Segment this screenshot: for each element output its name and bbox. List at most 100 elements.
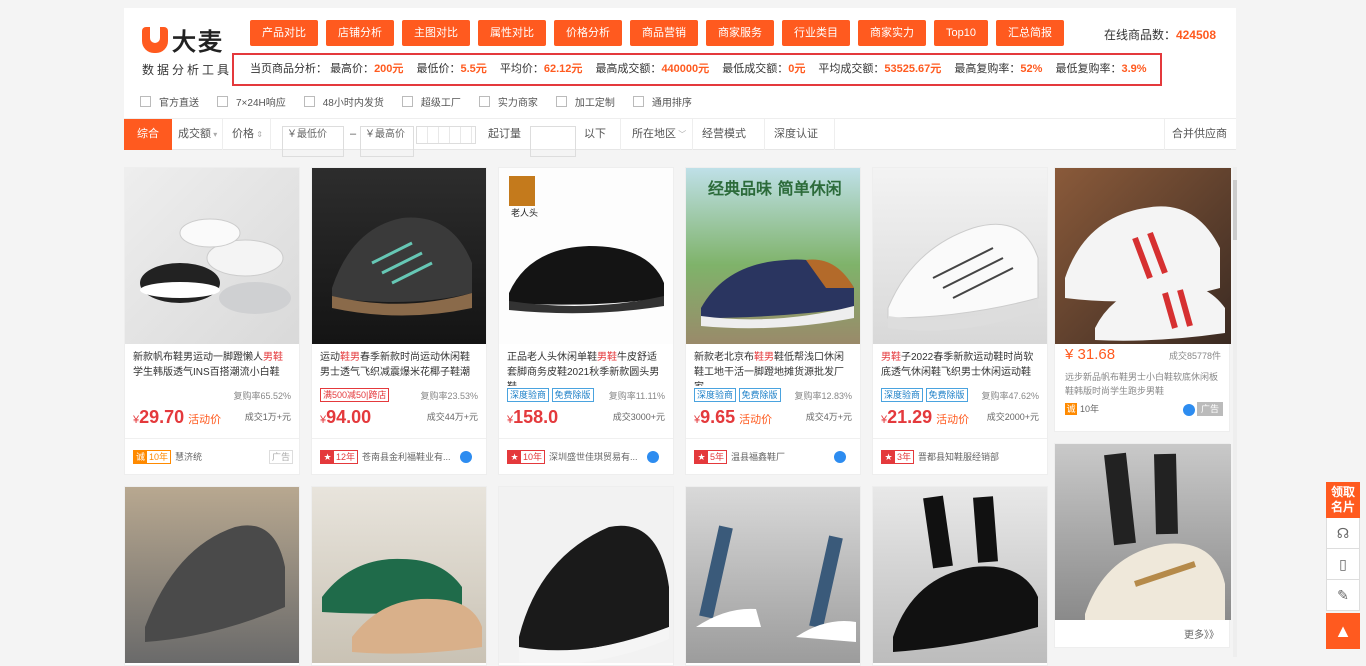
moq-label: 起订量	[488, 128, 521, 140]
chat-icon[interactable]	[647, 451, 659, 463]
price: ¥158.0	[507, 407, 559, 427]
shop-name[interactable]: 晋都县知鞋服经销部	[918, 452, 999, 462]
product-card[interactable]: 新款帆布鞋男运动一脚蹬懒人男鞋学生韩版透气INS百搭潮流小白鞋 复购率65.52…	[124, 167, 300, 475]
chat-icon[interactable]	[834, 451, 846, 463]
product-image[interactable]: 经典品味 简单休闲	[686, 168, 860, 344]
merge-suppliers-button[interactable]: 合并供应商	[1172, 119, 1227, 150]
checkbox[interactable]	[478, 96, 490, 107]
product-card[interactable]: 运动鞋男春季新款时尚运动休闲鞋男士透气飞织减震爆米花椰子鞋潮 满500减50|跨…	[311, 167, 487, 475]
shop-name[interactable]: 苍南县金利福鞋业有...	[362, 452, 451, 462]
product-title[interactable]: 远步新品帆布鞋男士小白鞋软底休闲板鞋韩版时尚学生跑步男鞋	[1055, 366, 1229, 400]
filter-48h-ship[interactable]: 48小时内发货	[303, 94, 384, 109]
checkbox[interactable]	[632, 96, 644, 107]
filter-super-factory[interactable]: 超级工厂	[401, 94, 461, 109]
product-image[interactable]	[873, 168, 1047, 344]
filter-general-sort[interactable]: 通用排序	[632, 94, 692, 109]
promo-tag: 满500减50|跨店	[320, 388, 390, 402]
scrollbar-track[interactable]	[1233, 167, 1237, 657]
shop-name[interactable]: 深圳盛世佳琪贸易有...	[549, 452, 638, 462]
price-value: 29.70	[139, 407, 185, 427]
checkbox[interactable]	[303, 96, 315, 107]
sort-price[interactable]: 价格 ⇕	[232, 119, 263, 150]
price-distribution-bars[interactable]	[416, 126, 476, 144]
product-card[interactable]	[124, 486, 300, 666]
max-price-input[interactable]: ￥最高价	[360, 126, 414, 157]
nav-merchant-strength[interactable]: 商家实力	[858, 20, 926, 46]
filter-24h[interactable]: 7×24H响应	[217, 94, 286, 109]
logo[interactable]: 大麦 数据分析工具	[142, 22, 232, 78]
nav-price-analysis[interactable]: 价格分析	[554, 20, 622, 46]
chat-icon[interactable]	[460, 451, 472, 463]
product-image[interactable]	[1055, 168, 1231, 344]
feedback-icon[interactable]: ✎	[1326, 580, 1360, 611]
product-title[interactable]: 运动鞋男春季新款时尚运动休闲鞋男士透气飞织减震爆米花椰子鞋潮	[312, 344, 486, 386]
price: ¥ 31.68	[1065, 346, 1116, 363]
shoe-image	[332, 217, 472, 316]
price: ¥9.65	[694, 407, 736, 427]
product-title[interactable]: 男鞋子2022春季新款运动鞋时尚软底透气休闲鞋飞织男士休闲运动鞋	[873, 344, 1047, 386]
min-price-input[interactable]: ￥最低价	[282, 126, 344, 157]
scrollbar-thumb[interactable]	[1233, 180, 1237, 240]
sales-count: 成交85778件	[1168, 351, 1221, 361]
nav-attribute-compare[interactable]: 属性对比	[478, 20, 546, 46]
region-dropdown[interactable]: 所在地区 ﹀	[632, 119, 686, 150]
shop-name[interactable]: 慧济统	[175, 452, 202, 462]
nav-merchant-service[interactable]: 商家服务	[706, 20, 774, 46]
checkbox[interactable]	[217, 96, 228, 107]
sort-default[interactable]: 综合	[124, 119, 172, 150]
product-title[interactable]: 新款帆布鞋男运动一脚蹬懒人男鞋学生韩版透气INS百搭潮流小白鞋	[125, 344, 299, 386]
nav-shop-analysis[interactable]: 店铺分析	[326, 20, 394, 46]
nav-main-image-compare[interactable]: 主图对比	[402, 20, 470, 46]
product-image[interactable]	[312, 487, 486, 663]
product-card[interactable]	[872, 486, 1048, 666]
product-image[interactable]	[686, 487, 860, 663]
product-card[interactable]: 经典品味 简单休闲 新款老北京布鞋男鞋低帮浅口休闲鞋工地干活一脚蹬地摊货源批发厂…	[685, 167, 861, 475]
sort-sales[interactable]: 成交额 ▾	[178, 119, 217, 150]
product-image[interactable]	[873, 487, 1047, 663]
title-keyword: 男鞋	[597, 352, 617, 363]
recommend-card[interactable]: ¥ 31.68 成交85778件 远步新品帆布鞋男士小白鞋软底休闲板鞋韩版时尚学生…	[1054, 167, 1231, 432]
nav-industry-category[interactable]: 行业类目	[782, 20, 850, 46]
nav-product-compare[interactable]: 产品对比	[250, 20, 318, 46]
promo-label: 活动价	[739, 414, 773, 426]
nav-product-marketing[interactable]: 商品营销	[630, 20, 698, 46]
shop-name[interactable]: 温县福鑫鞋厂	[731, 452, 785, 462]
checkbox[interactable]	[140, 96, 151, 107]
service-tag: 深度验商	[694, 388, 737, 402]
get-card-button[interactable]: 领取名片	[1326, 482, 1360, 518]
stat-value: 5.5元	[460, 63, 487, 75]
product-card[interactable]	[685, 486, 861, 666]
nav-summary-report[interactable]: 汇总简报	[995, 20, 1064, 46]
nav-top10[interactable]: Top10	[934, 20, 988, 46]
price-row: ¥158.0 成交3000+元	[499, 404, 673, 430]
phone-icon[interactable]: ▯	[1326, 549, 1360, 580]
recommend-column: ¥ 31.68 成交85778件 远步新品帆布鞋男士小白鞋软底休闲板鞋韩版时尚学生…	[1054, 167, 1231, 648]
moq-input[interactable]	[530, 126, 576, 157]
product-image[interactable]	[1055, 444, 1231, 620]
product-card[interactable]: 男鞋子2022春季新款运动鞋时尚软底透气休闲鞋飞织男士休闲运动鞋 深度验商 免费…	[872, 167, 1048, 475]
recommend-card[interactable]: 更多》》	[1054, 443, 1231, 648]
shoe-image	[145, 525, 285, 642]
filter-strong-merchant[interactable]: 实力商家	[478, 94, 538, 109]
back-to-top-button[interactable]: ▲	[1326, 613, 1360, 649]
product-card[interactable]: 老人头 正品老人头休闲单鞋男鞋牛皮舒适套脚商务皮鞋2021秋季新款圆头男鞋 深度…	[498, 167, 674, 475]
chat-icon[interactable]	[1183, 404, 1195, 416]
business-mode-dropdown[interactable]: 经营模式	[702, 119, 746, 150]
product-card[interactable]	[311, 486, 487, 666]
product-card[interactable]	[498, 486, 674, 666]
filter-official[interactable]: 官方直送	[140, 94, 199, 109]
price-row: ¥9.65 活动价 成交4万+元	[686, 404, 860, 430]
product-image[interactable]: 老人头	[499, 168, 673, 344]
product-title[interactable]: 新款老北京布鞋男鞋低帮浅口休闲鞋工地干活一脚蹬地摊货源批发厂家	[686, 344, 860, 386]
product-image[interactable]	[499, 487, 673, 663]
product-image[interactable]	[125, 487, 299, 663]
checkbox[interactable]	[555, 96, 567, 107]
product-title[interactable]: 正品老人头休闲单鞋男鞋牛皮舒适套脚商务皮鞋2021秋季新款圆头男鞋	[499, 344, 673, 386]
more-link[interactable]: 更多》》	[1184, 626, 1219, 641]
product-image[interactable]	[125, 168, 299, 344]
product-image[interactable]	[312, 168, 486, 344]
checkbox[interactable]	[401, 96, 413, 107]
headset-icon[interactable]: ☊	[1326, 518, 1360, 549]
depth-cert-dropdown[interactable]: 深度认证	[774, 119, 818, 150]
filter-custom-processing[interactable]: 加工定制	[555, 94, 615, 109]
